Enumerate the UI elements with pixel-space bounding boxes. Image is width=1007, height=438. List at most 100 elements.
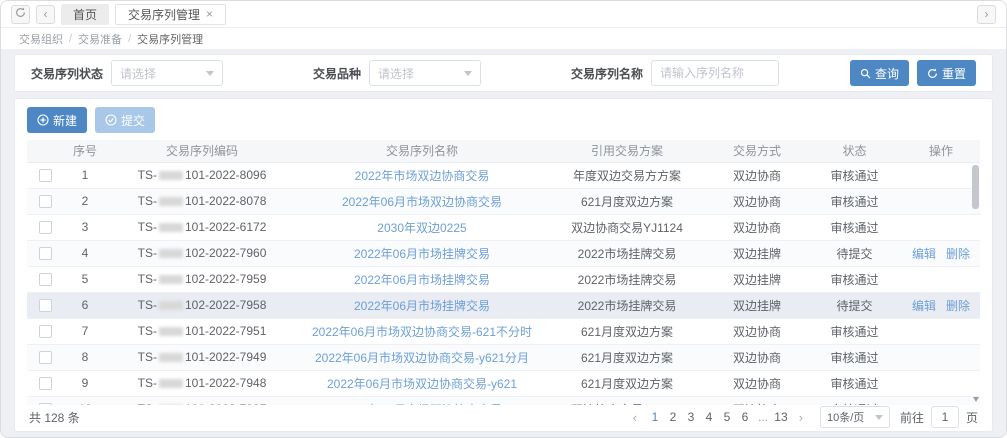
tab-sequence-management[interactable]: 交易序列管理 × xyxy=(115,4,226,25)
code-redacted-segment xyxy=(159,249,183,258)
plan-cell: 2022市场挂牌交易 xyxy=(547,240,707,266)
plan-cell: 621月度双边方案 xyxy=(547,344,707,370)
row-checkbox[interactable] xyxy=(39,299,52,312)
row-checkbox[interactable] xyxy=(39,169,52,182)
edit-link[interactable]: 编辑 xyxy=(912,299,936,313)
sequence-name-link[interactable]: 2030年双边0225 xyxy=(377,221,466,235)
row-index: 2 xyxy=(63,188,107,214)
code-redacted-segment xyxy=(159,327,183,336)
row-checkbox[interactable] xyxy=(39,247,52,260)
page-ellipsis: ... xyxy=(754,410,772,424)
page-button[interactable]: 13 xyxy=(772,410,790,424)
page-button[interactable]: 6 xyxy=(736,410,754,424)
method-cell: 双边挂牌 xyxy=(707,266,807,292)
row-index: 1 xyxy=(63,162,107,188)
method-cell: 双边协商 xyxy=(707,188,807,214)
row-checkbox[interactable] xyxy=(39,195,52,208)
submit-button-label: 提交 xyxy=(121,112,145,129)
sequence-name-link[interactable]: 2022年06月市场挂牌交易 xyxy=(354,299,490,313)
row-checkbox[interactable] xyxy=(39,377,52,390)
tabs-scroll-right-button[interactable]: › xyxy=(977,5,996,24)
method-cell: 双边协商 xyxy=(707,396,807,405)
scrollbar-down-arrow-icon[interactable] xyxy=(973,397,979,402)
breadcrumb-item[interactable]: 交易准备 xyxy=(78,31,122,47)
refresh-button[interactable] xyxy=(11,5,30,24)
row-index: 9 xyxy=(63,370,107,396)
filter-panel: 交易序列状态 请选择 交易品种 请选择 交易序列名称 xyxy=(14,54,993,92)
sequence-name-input[interactable] xyxy=(651,60,779,86)
header-status: 状态 xyxy=(807,140,902,162)
scrollbar-thumb[interactable] xyxy=(972,165,979,209)
filter-variety-group: 交易品种 请选择 xyxy=(313,60,481,86)
row-checkbox[interactable] xyxy=(39,221,52,234)
plan-cell: 621月度双边方案 xyxy=(547,370,707,396)
ops-cell xyxy=(902,318,980,344)
page-button[interactable]: 1 xyxy=(646,410,664,424)
tabs-scroll-left-button[interactable]: ‹ xyxy=(36,5,55,24)
search-button[interactable]: 查询 xyxy=(850,60,909,86)
sequence-name-link[interactable]: 2022年06月市场挂牌交易 xyxy=(354,247,490,261)
method-cell: 双边协商 xyxy=(707,162,807,188)
create-button-label: 新建 xyxy=(53,112,77,129)
sequence-name-link[interactable]: 2022年06月市场双边协商交易-y621 xyxy=(327,377,517,391)
code-cell: TS-101-2022-7949 xyxy=(107,344,297,370)
status-cell: 审核通过 xyxy=(807,162,902,188)
code-cell: TS-101-2022-6172 xyxy=(107,214,297,240)
edit-link[interactable]: 编辑 xyxy=(912,247,936,261)
page-button[interactable]: 2 xyxy=(664,410,682,424)
sequence-name-link[interactable]: 2022年市场双边协商交易 xyxy=(355,169,490,183)
create-button[interactable]: 新建 xyxy=(27,107,87,133)
sequence-name-link[interactable]: 2022年06月市场双边协商交易-621不分时 xyxy=(312,325,532,339)
code-redacted-segment xyxy=(159,379,183,388)
row-checkbox[interactable] xyxy=(39,351,52,364)
page-button[interactable]: 5 xyxy=(718,410,736,424)
variety-select[interactable]: 请选择 xyxy=(369,60,481,86)
code-redacted-segment xyxy=(159,275,183,284)
close-icon[interactable]: × xyxy=(206,7,213,21)
chevron-down-icon xyxy=(875,415,883,420)
delete-link[interactable]: 删除 xyxy=(946,247,970,261)
code-suffix: 101-2022-8096 xyxy=(185,168,266,182)
code-redacted-segment xyxy=(159,223,183,232)
table-container: 序号 交易序列编码 交易序列名称 引用交易方案 交易方式 状态 操作 1 TS-… xyxy=(27,140,980,405)
ops-cell: 编辑删除 xyxy=(902,292,980,318)
goto-page-input[interactable] xyxy=(931,406,959,428)
prev-page-icon[interactable]: ‹ xyxy=(626,410,644,425)
ops-cell xyxy=(902,266,980,292)
submit-button[interactable]: 提交 xyxy=(95,107,155,133)
tab-label: 首页 xyxy=(73,6,97,23)
refresh-icon xyxy=(15,6,26,23)
code-prefix: TS- xyxy=(138,298,157,312)
status-cell: 审核通过 xyxy=(807,214,902,240)
status-cell: 审核通过 xyxy=(807,188,902,214)
ops-cell xyxy=(902,188,980,214)
status-select[interactable]: 请选择 xyxy=(111,60,223,86)
row-checkbox[interactable] xyxy=(39,403,52,405)
status-cell: 审核通过 xyxy=(807,370,902,396)
chevron-down-icon xyxy=(464,71,472,76)
code-cell: TS-101-2022-7937 xyxy=(107,396,297,405)
vertical-scrollbar xyxy=(971,163,980,405)
sequence-name-link[interactable]: 2022年06月市场挂牌交易 xyxy=(354,273,490,287)
row-checkbox[interactable] xyxy=(39,273,52,286)
row-checkbox[interactable] xyxy=(39,325,52,338)
code-cell: TS-101-2022-8078 xyxy=(107,188,297,214)
next-page-icon[interactable]: › xyxy=(792,410,810,425)
reset-button[interactable]: 重置 xyxy=(917,60,976,86)
page-button[interactable]: 3 xyxy=(682,410,700,424)
sequence-name-link[interactable]: 2022年06月市场双边协商交易-y621分月 xyxy=(315,351,529,365)
method-cell: 双边挂牌 xyxy=(707,240,807,266)
table-row: 8 TS-101-2022-7949 2022年06月市场双边协商交易-y621… xyxy=(27,344,980,370)
code-suffix: 101-2022-6172 xyxy=(185,220,266,234)
page-button[interactable]: 4 xyxy=(700,410,718,424)
code-suffix: 101-2022-7948 xyxy=(185,376,266,390)
status-cell: 审核通过 xyxy=(807,344,902,370)
ops-cell xyxy=(902,344,980,370)
delete-link[interactable]: 删除 xyxy=(946,299,970,313)
sequence-name-link[interactable]: 2022年06月市场双边协商交易 xyxy=(342,195,502,209)
tab-home[interactable]: 首页 xyxy=(61,4,109,25)
status-cell: 待提交 xyxy=(807,292,902,318)
page-size-select[interactable]: 10条/页 xyxy=(820,406,890,428)
breadcrumb-item[interactable]: 交易组织 xyxy=(19,31,63,47)
sequence-name-link[interactable]: 2022年01月市场双边协商交易 xyxy=(342,403,502,406)
